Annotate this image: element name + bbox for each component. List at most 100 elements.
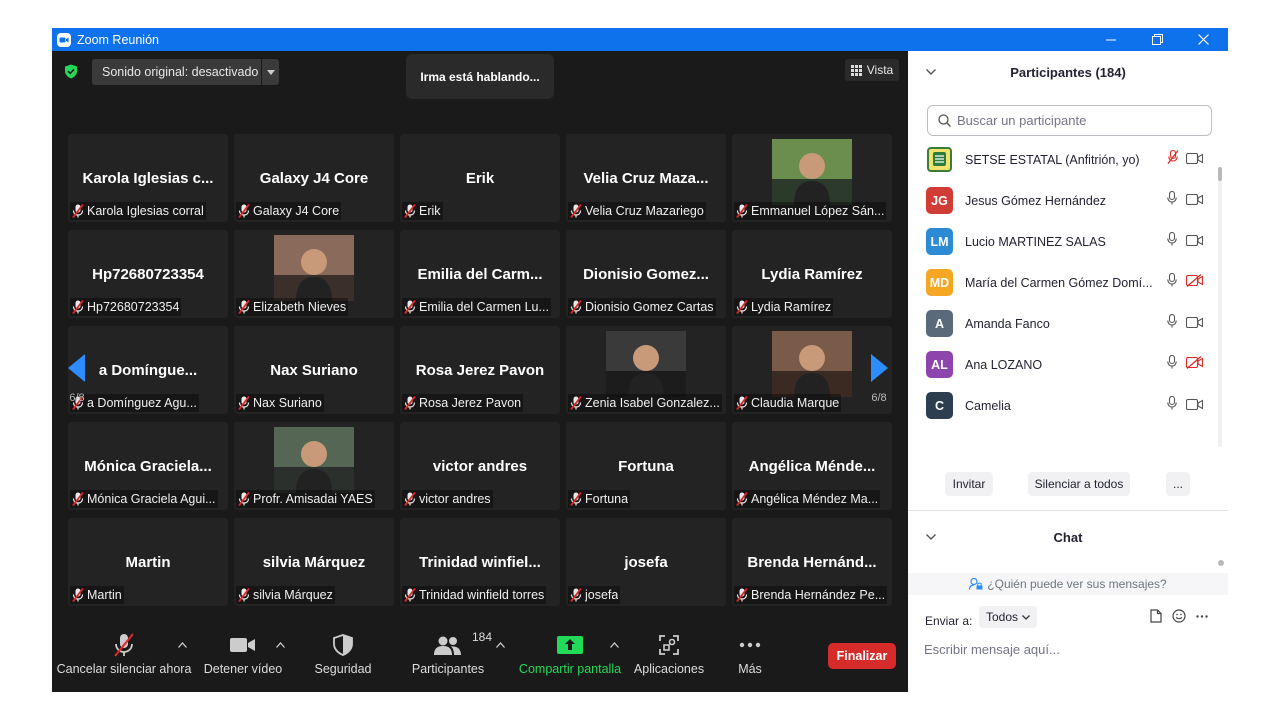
video-tile[interactable]: Mónica Graciela... Mónica Graciela Agui..… (68, 422, 228, 510)
participant-camera-toggle[interactable] (1185, 151, 1204, 169)
participant-camera-toggle[interactable] (1185, 315, 1204, 333)
video-tile[interactable]: Dionisio Gomez... Dionisio Gomez Cartas (566, 230, 726, 318)
participant-row[interactable]: JG Jesus Gómez Hernández (908, 180, 1218, 221)
audio-options-caret-icon[interactable] (178, 642, 187, 648)
video-tile[interactable]: victor andres victor andres (400, 422, 560, 510)
chat-more-icon[interactable] (1196, 615, 1208, 618)
video-tile[interactable]: Hp72680723354 Hp72680723354 (68, 230, 228, 318)
invite-button[interactable]: Invitar (945, 472, 993, 496)
unmute-button[interactable]: Cancelar silenciar ahora (57, 630, 191, 676)
video-tile[interactable]: Profr. Amisadai YAES (234, 422, 394, 510)
minimize-button[interactable] (1088, 28, 1134, 51)
muted-mic-icon (736, 204, 748, 218)
active-speaker-banner: Irma está hablando... (406, 54, 554, 99)
participant-mic-toggle[interactable] (1167, 231, 1177, 251)
video-tile[interactable]: Elizabeth Nieves (234, 230, 394, 318)
send-to-select[interactable]: Todos (979, 606, 1037, 628)
participant-search-input[interactable] (957, 113, 1197, 128)
scrollbar-thumb[interactable] (1218, 167, 1222, 181)
original-sound-dropdown[interactable] (261, 59, 279, 85)
video-tile[interactable]: Karola Iglesias c... Karola Iglesias corr… (68, 134, 228, 222)
video-tile[interactable]: Martin Martin (68, 518, 228, 606)
emoji-icon[interactable] (1172, 609, 1186, 623)
participant-video-thumbnail (772, 331, 852, 397)
tile-name-label: Martin (70, 586, 124, 604)
video-tile[interactable]: Angélica Ménde... Angélica Méndez Ma... (732, 422, 892, 510)
tile-name-text: Claudia Marque (751, 396, 840, 410)
chat-visibility-link[interactable]: ¿Quién puede ver sus mensajes? (908, 573, 1228, 595)
participant-row[interactable]: MD María del Carmen Gómez Domí... (908, 262, 1218, 303)
video-tile[interactable]: josefa josefa (566, 518, 726, 606)
restore-button[interactable] (1134, 28, 1180, 51)
chat-scrollbar-thumb[interactable] (1218, 560, 1224, 566)
participant-row[interactable]: AL Ana LOZANO (908, 344, 1218, 385)
video-tile[interactable]: Emilia del Carm... Emilia del Carmen Lu..… (400, 230, 560, 318)
participant-mic-toggle[interactable] (1167, 354, 1177, 374)
more-button[interactable]: Más (728, 630, 772, 676)
video-options-caret-icon[interactable] (276, 642, 285, 648)
participant-camera-toggle[interactable] (1185, 397, 1204, 415)
participant-row[interactable]: A Amanda Fanco (908, 303, 1218, 344)
original-sound-button[interactable]: Sonido original: desactivado (92, 59, 266, 85)
mute-all-button[interactable]: Silenciar a todos (1028, 472, 1130, 496)
video-tile[interactable]: Nax Suriano Nax Suriano (234, 326, 394, 414)
next-page-button[interactable]: 6/8 (870, 354, 888, 404)
video-tile[interactable]: Zenia Isabel Gonzalez... (566, 326, 726, 414)
participant-row[interactable]: C Camelia (908, 385, 1218, 426)
participant-mic-toggle[interactable] (1167, 313, 1177, 333)
avatar-initials: AL (931, 357, 948, 372)
video-tile[interactable]: Fortuna Fortuna (566, 422, 726, 510)
apps-button[interactable]: Aplicaciones (632, 630, 706, 676)
video-tile[interactable]: Claudia Marque (732, 326, 892, 414)
tile-display-name: Fortuna (618, 458, 674, 475)
video-tile[interactable]: silvia Márquez silvia Márquez (234, 518, 394, 606)
view-button[interactable]: Vista (845, 59, 899, 81)
share-options-caret-icon[interactable] (610, 642, 619, 648)
video-tile[interactable]: Velia Cruz Maza... Velia Cruz Mazariego (566, 134, 726, 222)
unmute-label: Cancelar silenciar ahora (56, 662, 192, 676)
video-tile[interactable]: Rosa Jerez Pavon Rosa Jerez Pavon (400, 326, 560, 414)
tile-name-text: Zenia Isabel Gonzalez... (585, 396, 720, 410)
tile-name-text: Emilia del Carmen Lu... (419, 300, 549, 314)
tile-name-text: Mónica Graciela Agui... (87, 492, 216, 506)
stop-video-button[interactable]: Detener vídeo (202, 630, 284, 676)
video-tile[interactable]: Erik Erik (400, 134, 560, 222)
participant-search-box[interactable] (927, 105, 1212, 136)
muted-mic-icon (404, 204, 416, 218)
video-tile[interactable]: Emmanuel López Sán... (732, 134, 892, 222)
chat-message-input[interactable] (924, 638, 1214, 660)
participant-mic-toggle[interactable] (1167, 272, 1177, 292)
tile-name-text: Erik (419, 204, 441, 218)
encryption-shield-icon[interactable] (64, 64, 78, 79)
panel-more-label: ... (1172, 477, 1183, 491)
participant-camera-toggle[interactable] (1185, 192, 1204, 210)
video-tile[interactable]: Lydia Ramírez Lydia Ramírez (732, 230, 892, 318)
zoom-window: Zoom Reunión Sonido original: desactivad… (52, 28, 1228, 692)
video-tile[interactable]: a Domíngue... a Domínguez Agu... (68, 326, 228, 414)
participant-list-scrollbar[interactable] (1218, 167, 1222, 447)
participant-mic-toggle[interactable] (1167, 149, 1179, 169)
tile-name-text: Dionisio Gomez Cartas (585, 300, 714, 314)
security-button[interactable]: Seguridad (308, 630, 378, 676)
participant-camera-toggle[interactable] (1185, 233, 1204, 251)
participants-options-caret-icon[interactable] (496, 642, 505, 648)
end-meeting-button[interactable]: Finalizar (828, 643, 896, 669)
participant-row[interactable]: SETSE ESTATAL (Anfitrión, yo) (908, 139, 1218, 180)
participant-camera-toggle[interactable] (1185, 355, 1204, 374)
participant-mic-toggle[interactable] (1167, 190, 1177, 210)
participant-camera-toggle[interactable] (1185, 273, 1204, 292)
participant-name: Camelia (965, 398, 1011, 413)
video-tile[interactable]: Trinidad winfiel... Trinidad winfield tor… (400, 518, 560, 606)
avatar-initials: A (934, 316, 945, 331)
share-screen-button[interactable]: Compartir pantalla (518, 630, 622, 676)
prev-page-button[interactable]: 6/8 (68, 354, 86, 404)
video-tile[interactable]: Brenda Hernánd... Brenda Hernández Pe... (732, 518, 892, 606)
video-tile[interactable]: Galaxy J4 Core Galaxy J4 Core (234, 134, 394, 222)
muted-mic-icon (570, 588, 582, 602)
panel-more-button[interactable]: ... (1166, 472, 1190, 496)
participant-row[interactable]: LM Lucio MARTINEZ SALAS (908, 221, 1218, 262)
file-icon[interactable] (1150, 609, 1162, 623)
participant-mic-toggle[interactable] (1167, 395, 1177, 415)
close-button[interactable] (1180, 28, 1226, 51)
participants-button[interactable]: 184 Participantes (408, 630, 492, 676)
